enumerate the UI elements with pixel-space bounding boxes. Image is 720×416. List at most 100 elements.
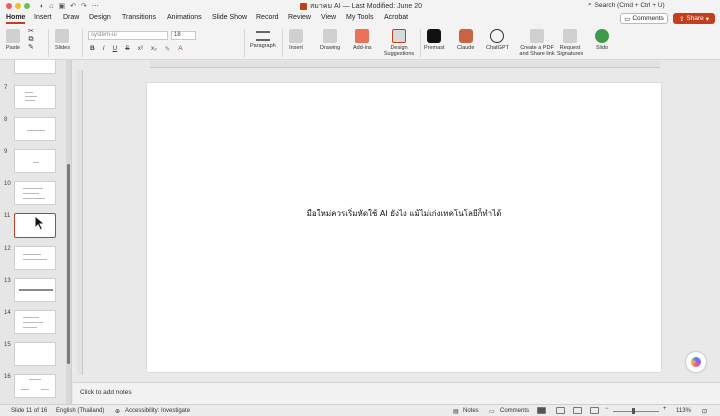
close-window-button[interactable]: [6, 3, 12, 9]
font-color-icon[interactable]: A: [178, 45, 182, 53]
accessibility-status[interactable]: Accessibility: Investigate: [125, 408, 190, 414]
request-signatures-button[interactable]: Request Signatures: [556, 29, 584, 57]
tab-animations[interactable]: Animations: [167, 14, 202, 21]
reading-view-icon[interactable]: [573, 407, 582, 414]
slide-thumbnail[interactable]: [14, 374, 56, 398]
copy-icon[interactable]: ⧉: [28, 36, 33, 44]
tab-my-tools[interactable]: My Tools: [346, 14, 374, 21]
highlight-color-icon[interactable]: ✎: [165, 45, 170, 53]
redo-icon[interactable]: ↷: [81, 2, 87, 10]
premast-icon: [427, 29, 442, 43]
share-button-label: Share: [686, 15, 704, 22]
tab-review[interactable]: Review: [288, 14, 311, 21]
zoom-slider-track[interactable]: [613, 411, 659, 412]
addins-button[interactable]: Add-ins: [353, 29, 372, 51]
undo-icon[interactable]: ↶: [70, 2, 76, 10]
slide-title-text[interactable]: มือใหม่ควรเริ่มหัดใช้ AI ยังไง แม้ไม่เก่…: [147, 207, 661, 220]
comments-toggle[interactable]: Comments: [500, 408, 529, 414]
tab-insert[interactable]: Insert: [34, 14, 52, 21]
slide-show-view-icon[interactable]: [590, 407, 599, 414]
bold-button[interactable]: B: [90, 45, 95, 53]
zoom-window-button[interactable]: [24, 3, 30, 9]
font-name-select[interactable]: system-ui: [88, 31, 168, 40]
minimize-window-button[interactable]: [15, 3, 21, 9]
slide-thumbnail[interactable]: [14, 149, 56, 173]
slide-thumbnail[interactable]: [14, 310, 56, 334]
slide-item-8[interactable]: 8: [0, 117, 66, 145]
slide-thumbnail[interactable]: [14, 181, 56, 205]
home-icon[interactable]: ⌂: [49, 3, 53, 10]
language-indicator[interactable]: English (Thailand): [56, 408, 104, 414]
zoom-out-icon[interactable]: −: [605, 406, 609, 412]
paste-button[interactable]: Paste: [6, 29, 20, 51]
copilot-button[interactable]: [686, 352, 706, 372]
create-pdf-button[interactable]: Create a PDF and Share link: [519, 29, 555, 57]
slide-thumbnail-partial[interactable]: [14, 60, 56, 74]
slide-canvas[interactable]: มือใหม่ควรเริ่มหัดใช้ AI ยังไง แม้ไม่เก่…: [147, 83, 661, 372]
premast-button[interactable]: Premast: [424, 29, 444, 51]
search-box[interactable]: ⌕ Search (Cmd + Ctrl + U): [588, 1, 665, 9]
tab-design[interactable]: Design: [89, 14, 111, 21]
tab-draw[interactable]: Draw: [63, 14, 79, 21]
tab-acrobat[interactable]: Acrobat: [384, 14, 408, 21]
tab-view[interactable]: View: [321, 14, 336, 21]
slido-button[interactable]: Slido: [595, 29, 609, 51]
zoom-in-icon[interactable]: +: [663, 406, 667, 412]
slide-item-15[interactable]: 15: [0, 342, 66, 370]
slide-thumbnail[interactable]: [14, 117, 56, 141]
document-title: สมาคม AI — Last Modified: June 20: [300, 1, 422, 12]
slide-item-14[interactable]: 14: [0, 310, 66, 338]
insert-button[interactable]: Insert: [289, 29, 303, 51]
slide-item-11[interactable]: 11: [0, 213, 66, 241]
italic-button[interactable]: I: [103, 45, 105, 53]
slide-thumbnail[interactable]: [14, 85, 56, 109]
tab-home[interactable]: Home: [6, 14, 26, 24]
panel-scrollbar-thumb[interactable]: [67, 164, 70, 364]
slide-item-12[interactable]: 12: [0, 246, 66, 274]
underline-button[interactable]: U: [113, 45, 118, 53]
save-icon[interactable]: ▣: [58, 2, 65, 10]
strikethrough-button[interactable]: S: [125, 45, 129, 53]
slide-item-7[interactable]: 7: [0, 85, 66, 113]
tab-transitions[interactable]: Transitions: [122, 14, 156, 21]
chatgpt-button[interactable]: ChatGPT: [486, 29, 509, 51]
claude-button[interactable]: Claude: [457, 29, 474, 51]
autosave-icon[interactable]: ◐: [40, 3, 44, 10]
superscript-button[interactable]: x²: [138, 45, 143, 53]
comments-button[interactable]: ▭ Comments: [620, 13, 668, 24]
share-button[interactable]: ⇪ Share ▾: [673, 13, 715, 24]
slide-item-10[interactable]: 10: [0, 181, 66, 209]
notes-pane[interactable]: Click to add notes: [73, 382, 720, 404]
tab-slide-show[interactable]: Slide Show: [212, 14, 247, 21]
subscript-button[interactable]: x₂: [151, 45, 157, 53]
slide-number: 14: [4, 310, 11, 316]
slide-sorter-view-icon[interactable]: [556, 407, 565, 414]
ribbon-divider: [244, 29, 245, 57]
drawing-button[interactable]: Drawing: [320, 29, 340, 51]
font-size-select[interactable]: 18: [171, 31, 196, 40]
format-painter-icon[interactable]: ✎: [28, 44, 34, 52]
slides-icon: [55, 29, 70, 43]
cut-icon[interactable]: ✂: [28, 28, 34, 36]
normal-view-icon[interactable]: [537, 407, 546, 414]
fit-to-window-icon[interactable]: ⊡: [702, 408, 707, 415]
design-suggestions-button[interactable]: Design Suggestions: [383, 29, 415, 57]
slide-thumbnail[interactable]: [14, 278, 56, 302]
ribbon-divider: [420, 29, 421, 57]
notes-toggle[interactable]: Notes: [463, 408, 479, 414]
comments-icon: ▭: [489, 409, 495, 415]
slide-thumbnail[interactable]: [14, 342, 56, 366]
slides-button[interactable]: Slides: [55, 29, 70, 51]
slide-item-16[interactable]: 16: [0, 374, 66, 402]
slide-item-13[interactable]: 13: [0, 278, 66, 306]
paragraph-button[interactable]: Paragraph: [250, 29, 276, 49]
tab-record[interactable]: Record: [256, 14, 279, 21]
slide-item-9[interactable]: 9: [0, 149, 66, 177]
clipboard-tools: ✂ ⧉ ✎: [28, 28, 34, 52]
customize-toolbar-icon[interactable]: ⋯: [92, 2, 99, 10]
zoom-level[interactable]: 113%: [676, 408, 691, 414]
slide-number: 9: [4, 149, 8, 155]
notes-placeholder: Click to add notes: [80, 389, 132, 396]
slide-thumbnail[interactable]: [14, 246, 56, 270]
zoom-slider-handle[interactable]: [632, 408, 635, 414]
